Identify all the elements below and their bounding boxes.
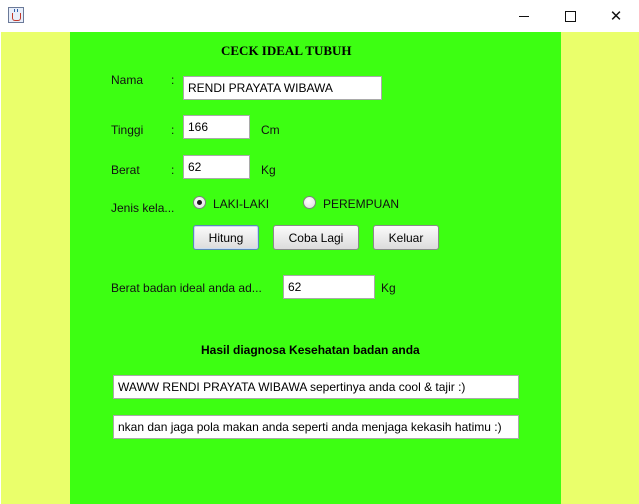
form-title: CECK IDEAL TUBUH: [221, 43, 352, 58]
berat-ideal-unit: Kg: [381, 281, 396, 295]
java-cup-icon: [8, 7, 24, 23]
jenis-kelamin-label: Jenis kela...: [111, 201, 175, 215]
radio-perempuan[interactable]: [303, 196, 316, 209]
nama-label: Nama: [111, 73, 144, 87]
close-button[interactable]: ✕: [593, 0, 639, 32]
title-bar: ✕: [0, 0, 639, 32]
berat-label: Berat: [111, 163, 140, 177]
berat-ideal-label: Berat badan ideal anda ad...: [111, 281, 262, 295]
coba-lagi-button[interactable]: Coba Lagi: [273, 225, 359, 250]
berat-unit: Kg: [261, 163, 276, 177]
keluar-button[interactable]: Keluar: [373, 225, 439, 250]
hitung-button[interactable]: Hitung: [193, 225, 259, 250]
radio-laki-laki[interactable]: [193, 196, 206, 209]
minimize-icon: [519, 15, 529, 17]
tinggi-input[interactable]: [183, 115, 250, 139]
maximize-icon: [564, 10, 576, 22]
nama-colon: :: [171, 73, 175, 87]
diagnosis-output-1[interactable]: WAWW RENDI PRAYATA WIBAWA sepertinya and…: [113, 375, 519, 399]
radio-perempuan-label[interactable]: PEREMPUAN: [323, 197, 399, 211]
diagnosis-output-2[interactable]: nkan dan jaga pola makan anda seperti an…: [113, 415, 519, 439]
tinggi-unit: Cm: [261, 123, 280, 137]
berat-input[interactable]: [183, 155, 250, 179]
tinggi-colon: :: [171, 123, 175, 137]
berat-colon: :: [171, 163, 175, 177]
berat-ideal-output[interactable]: [283, 275, 375, 299]
diagnosis-heading: Hasil diagnosa Kesehatan badan anda: [201, 343, 420, 357]
radio-laki-laki-label[interactable]: LAKI-LAKI: [213, 197, 269, 211]
tinggi-label: Tinggi: [111, 123, 144, 137]
minimize-button[interactable]: [501, 0, 547, 32]
nama-input[interactable]: [183, 76, 382, 100]
maximize-button[interactable]: [547, 0, 593, 32]
close-icon: ✕: [609, 7, 623, 25]
